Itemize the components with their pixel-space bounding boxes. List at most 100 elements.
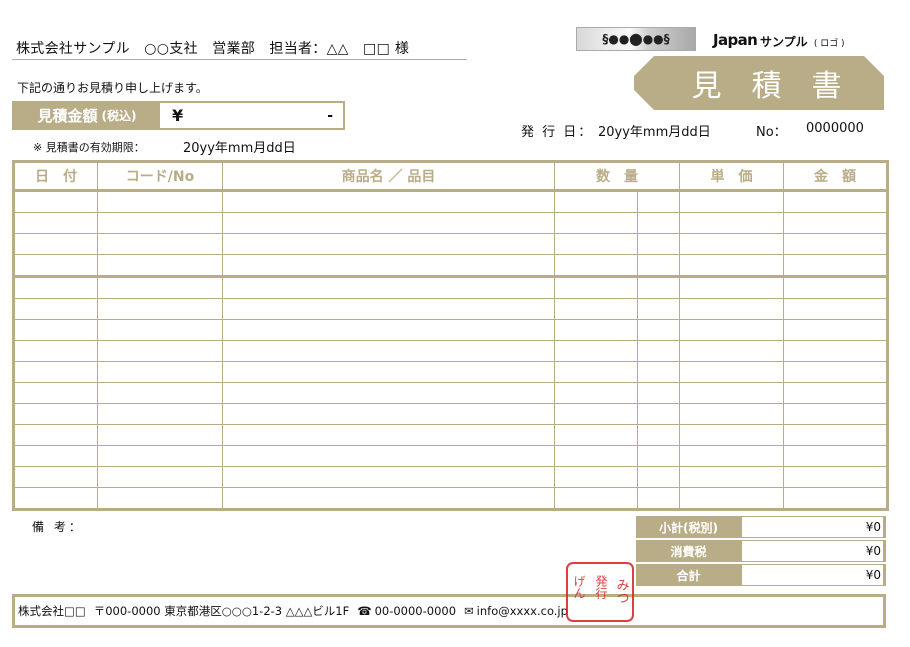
cell-amount[interactable]: [783, 487, 889, 511]
cell-quantity-unit[interactable]: [637, 254, 680, 278]
cell-unit-price[interactable]: [679, 233, 784, 255]
cell-quantity-unit[interactable]: [637, 298, 680, 320]
cell-code[interactable]: [97, 190, 223, 213]
issue-date-value[interactable]: 20yy年mm月dd日: [598, 121, 711, 140]
subtotal-value[interactable]: ¥0: [741, 516, 886, 538]
cell-date[interactable]: [12, 466, 98, 488]
cell-amount[interactable]: [783, 254, 889, 278]
validity-value[interactable]: 20yy年mm月dd日: [183, 137, 296, 156]
cell-unit-price[interactable]: [679, 340, 784, 362]
cell-date[interactable]: [12, 276, 98, 299]
cell-item[interactable]: [222, 361, 555, 383]
footer-email[interactable]: info@xxxx.co.jp: [477, 604, 568, 618]
cell-code[interactable]: [97, 382, 223, 404]
cell-item[interactable]: [222, 298, 555, 320]
cell-quantity[interactable]: [554, 340, 638, 362]
cell-quantity-unit[interactable]: [637, 424, 680, 446]
cell-quantity[interactable]: [554, 487, 638, 511]
cell-quantity-unit[interactable]: [637, 361, 680, 383]
cell-date[interactable]: [12, 487, 98, 511]
cell-quantity[interactable]: [554, 445, 638, 467]
cell-unit-price[interactable]: [679, 403, 784, 425]
cell-item[interactable]: [222, 233, 555, 255]
cell-code[interactable]: [97, 233, 223, 255]
cell-amount[interactable]: [783, 424, 889, 446]
cell-unit-price[interactable]: [679, 298, 784, 320]
cell-item[interactable]: [222, 254, 555, 278]
cell-item[interactable]: [222, 212, 555, 234]
cell-item[interactable]: [222, 424, 555, 446]
cell-date[interactable]: [12, 382, 98, 404]
cell-date[interactable]: [12, 340, 98, 362]
cell-item[interactable]: [222, 340, 555, 362]
cell-amount[interactable]: [783, 319, 889, 341]
cell-date[interactable]: [12, 298, 98, 320]
cell-quantity[interactable]: [554, 424, 638, 446]
cell-amount[interactable]: [783, 382, 889, 404]
cell-amount[interactable]: [783, 212, 889, 234]
cell-unit-price[interactable]: [679, 190, 784, 213]
cell-quantity-unit[interactable]: [637, 487, 680, 511]
cell-amount[interactable]: [783, 190, 889, 213]
cell-code[interactable]: [97, 487, 223, 511]
cell-amount[interactable]: [783, 233, 889, 255]
cell-quantity-unit[interactable]: [637, 319, 680, 341]
tax-value[interactable]: ¥0: [741, 540, 886, 562]
cell-date[interactable]: [12, 233, 98, 255]
cell-item[interactable]: [222, 445, 555, 467]
cell-quantity[interactable]: [554, 403, 638, 425]
cell-item[interactable]: [222, 276, 555, 299]
cell-date[interactable]: [12, 424, 98, 446]
cell-amount[interactable]: [783, 403, 889, 425]
cell-quantity[interactable]: [554, 466, 638, 488]
cell-item[interactable]: [222, 190, 555, 213]
cell-quantity-unit[interactable]: [637, 382, 680, 404]
cell-unit-price[interactable]: [679, 487, 784, 511]
cell-unit-price[interactable]: [679, 382, 784, 404]
cell-item[interactable]: [222, 319, 555, 341]
cell-amount[interactable]: [783, 276, 889, 299]
cell-code[interactable]: [97, 276, 223, 299]
number-value[interactable]: 0000000: [806, 121, 864, 136]
cell-date[interactable]: [12, 254, 98, 278]
cell-code[interactable]: [97, 319, 223, 341]
cell-amount[interactable]: [783, 298, 889, 320]
cell-quantity-unit[interactable]: [637, 466, 680, 488]
cell-code[interactable]: [97, 254, 223, 278]
cell-unit-price[interactable]: [679, 276, 784, 299]
cell-code[interactable]: [97, 445, 223, 467]
cell-unit-price[interactable]: [679, 445, 784, 467]
cell-unit-price[interactable]: [679, 319, 784, 341]
cell-quantity-unit[interactable]: [637, 212, 680, 234]
cell-code[interactable]: [97, 212, 223, 234]
cell-quantity-unit[interactable]: [637, 276, 680, 299]
cell-item[interactable]: [222, 466, 555, 488]
cell-item[interactable]: [222, 487, 555, 511]
cell-quantity[interactable]: [554, 276, 638, 299]
cell-code[interactable]: [97, 361, 223, 383]
amount-value[interactable]: -: [327, 103, 343, 128]
cell-quantity[interactable]: [554, 190, 638, 213]
cell-unit-price[interactable]: [679, 466, 784, 488]
cell-quantity-unit[interactable]: [637, 445, 680, 467]
cell-date[interactable]: [12, 190, 98, 213]
cell-quantity-unit[interactable]: [637, 340, 680, 362]
cell-quantity[interactable]: [554, 212, 638, 234]
cell-quantity[interactable]: [554, 382, 638, 404]
cell-unit-price[interactable]: [679, 254, 784, 278]
cell-code[interactable]: [97, 424, 223, 446]
cell-date[interactable]: [12, 212, 98, 234]
cell-item[interactable]: [222, 382, 555, 404]
cell-quantity-unit[interactable]: [637, 233, 680, 255]
cell-date[interactable]: [12, 319, 98, 341]
cell-amount[interactable]: [783, 340, 889, 362]
cell-quantity[interactable]: [554, 319, 638, 341]
cell-code[interactable]: [97, 340, 223, 362]
cell-quantity[interactable]: [554, 254, 638, 278]
cell-unit-price[interactable]: [679, 361, 784, 383]
cell-amount[interactable]: [783, 466, 889, 488]
cell-unit-price[interactable]: [679, 424, 784, 446]
total-value[interactable]: ¥0: [741, 564, 886, 586]
cell-amount[interactable]: [783, 361, 889, 383]
cell-date[interactable]: [12, 445, 98, 467]
